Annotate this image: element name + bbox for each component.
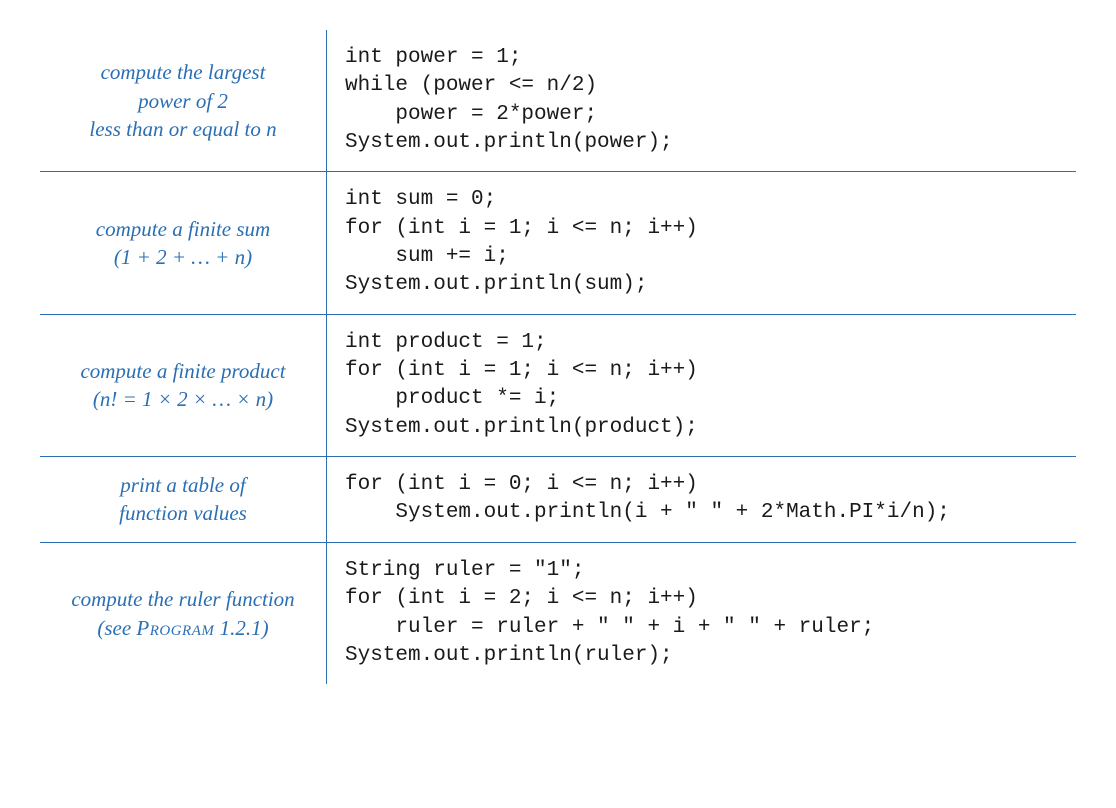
- description-cell: compute a finite sum(1 + 2 + … + n): [40, 172, 327, 314]
- table-row: compute a finite product(n! = 1 × 2 × … …: [40, 314, 1076, 456]
- table-row: print a table offunction values for (int…: [40, 457, 1076, 543]
- table-row: compute the largestpower of 2less than o…: [40, 30, 1076, 172]
- code-cell: int power = 1; while (power <= n/2) powe…: [327, 30, 1077, 172]
- table-row: compute a finite sum(1 + 2 + … + n) int …: [40, 172, 1076, 314]
- table-row: compute the ruler function(see Program 1…: [40, 542, 1076, 684]
- code-cell: for (int i = 0; i <= n; i++) System.out.…: [327, 457, 1077, 543]
- description-cell: compute the ruler function(see Program 1…: [40, 542, 327, 684]
- code-cell: String ruler = "1"; for (int i = 2; i <=…: [327, 542, 1077, 684]
- description-cell: print a table offunction values: [40, 457, 327, 543]
- description-cell: compute the largestpower of 2less than o…: [40, 30, 327, 172]
- description-cell: compute a finite product(n! = 1 × 2 × … …: [40, 314, 327, 456]
- code-cell: int sum = 0; for (int i = 1; i <= n; i++…: [327, 172, 1077, 314]
- code-cell: int product = 1; for (int i = 1; i <= n;…: [327, 314, 1077, 456]
- code-examples-table: compute the largestpower of 2less than o…: [40, 30, 1076, 684]
